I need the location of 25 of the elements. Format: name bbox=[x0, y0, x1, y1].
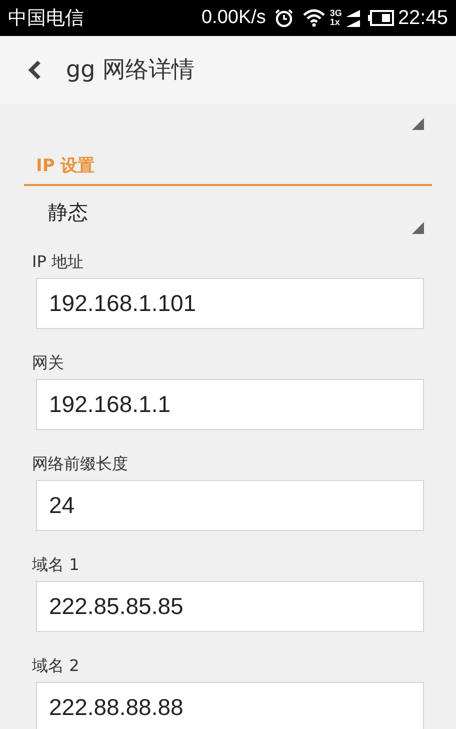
field-label: 网关 bbox=[32, 352, 65, 374]
field-label: 域名 2 bbox=[32, 654, 80, 676]
section-title: IP 设置 bbox=[36, 156, 95, 176]
input-field[interactable]: 24 bbox=[36, 480, 424, 530]
input-field[interactable]: 222.88.88.88 bbox=[36, 682, 424, 729]
dropdown-arrow-icon bbox=[412, 222, 424, 234]
input-field[interactable]: 222.85.85.85 bbox=[36, 580, 424, 632]
carrier-text: 中国电信 bbox=[8, 6, 84, 31]
page-title: gg 网络详情 bbox=[66, 56, 195, 85]
back-icon bbox=[28, 59, 42, 81]
network-type-text: 1x bbox=[330, 18, 341, 27]
network-speed: 0.00K/s bbox=[201, 6, 266, 30]
wifi-icon bbox=[302, 8, 326, 28]
clock-text: 22:45 bbox=[398, 6, 448, 31]
ip-mode-dropdown[interactable]: 静态 bbox=[24, 190, 432, 238]
field-label: 网络前缀长度 bbox=[32, 452, 129, 474]
network-type-text: 3G bbox=[330, 9, 342, 18]
alarm-clock-icon bbox=[274, 8, 294, 28]
input-field[interactable]: 192.168.1.1 bbox=[36, 378, 424, 430]
battery-icon bbox=[368, 10, 394, 26]
field-label: 域名 1 bbox=[32, 554, 80, 576]
signal-icon bbox=[346, 8, 360, 28]
field-label: IP 地址 bbox=[32, 250, 84, 272]
dropdown-arrow-icon bbox=[412, 118, 424, 130]
input-field[interactable]: 192.168.1.101 bbox=[36, 278, 424, 328]
